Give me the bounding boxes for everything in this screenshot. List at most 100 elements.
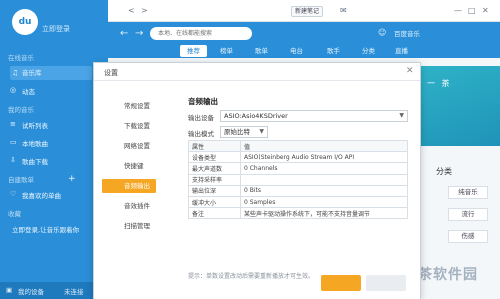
forward-arrow-icon[interactable]: > xyxy=(141,6,148,15)
table-cell: 设备类型 xyxy=(188,151,241,164)
dialog-title: 设置 xyxy=(104,69,118,77)
table-cell: 备注 xyxy=(188,207,241,220)
table-row: 备注 某些声卡驱动操作系统下，可能不支持音量调节 xyxy=(188,207,408,220)
list-icon: ≡ xyxy=(10,120,16,128)
heart-icon: ♡ xyxy=(10,190,17,198)
mail-icon[interactable]: ✉ xyxy=(340,6,347,15)
sidebar: du 立即登录 在线音乐 ♫ 音乐库 ◎ 动态 我的音乐 ≡ 试听列表 ▭ 本地… xyxy=(0,0,108,299)
settings-nav: 常规设置 下载设置 网络设置 快捷键 音频输出 音效插件 扫描管理 xyxy=(94,81,164,299)
sidebar-section-online: 在线音乐 xyxy=(8,54,34,62)
output-device-select[interactable]: ASIO:Asio4KSDriver ▼ xyxy=(220,110,408,122)
download-icon: ⇩ xyxy=(10,156,16,164)
table-header-row: 属性 值 xyxy=(188,139,408,153)
feed-icon: ◎ xyxy=(10,86,17,94)
sidebar-section-playlists: 自建歌单 xyxy=(8,176,34,184)
sidebar-item-feed[interactable]: ◎ 动态 xyxy=(10,86,35,96)
login-link[interactable]: 立即登录 xyxy=(42,24,70,34)
sidebar-item-favorites[interactable]: ♡ 我喜欢的单曲 xyxy=(10,190,61,200)
app-logo: du xyxy=(12,9,38,35)
search-input[interactable] xyxy=(150,27,252,40)
table-cell: 输出位深 xyxy=(188,184,241,197)
music-note-icon: ♫ xyxy=(12,69,19,77)
table-cell: 属性 xyxy=(188,139,241,153)
section-title: 音频输出 xyxy=(188,97,218,106)
sidebar-item-label: 本地歌曲 xyxy=(22,140,48,148)
table-cell: 0 Channels xyxy=(240,162,408,175)
tab-playlists[interactable]: 歌单 xyxy=(255,45,268,57)
minimize-button[interactable]: — xyxy=(454,6,462,15)
nav-sound-plugins[interactable]: 音效插件 xyxy=(102,199,156,213)
table-row: 缓冲大小 0 Samples xyxy=(188,195,408,209)
device-label[interactable]: 我的设备 xyxy=(18,286,44,296)
close-icon[interactable]: ✕ xyxy=(406,66,414,76)
nav-download[interactable]: 下载设置 xyxy=(102,119,156,133)
table-cell: 值 xyxy=(240,139,408,153)
promo-banner[interactable]: 一 茶 xyxy=(413,66,500,146)
sidebar-item-label: 音乐库 xyxy=(22,69,42,77)
output-device-value: ASIO:Asio4KSDriver xyxy=(224,112,288,120)
output-mode-value: 原始比特 xyxy=(224,128,250,136)
category-pop[interactable]: 流行 xyxy=(448,208,488,221)
sidebar-item-label: 试听列表 xyxy=(22,122,48,130)
user-avatar-icon[interactable]: ☺ xyxy=(378,28,386,37)
tab-radio[interactable]: 电台 xyxy=(290,45,303,57)
back-arrow-icon[interactable]: < xyxy=(128,6,135,15)
table-cell: ASIO(Steinberg Audio Stream I/O API xyxy=(240,151,408,164)
nav-network[interactable]: 网络设置 xyxy=(102,139,156,153)
sidebar-login-prompt[interactable]: 立即登录,让音乐跟着你 xyxy=(12,224,79,234)
table-cell: 缓冲大小 xyxy=(188,195,241,209)
sidebar-section-mine: 我的音乐 xyxy=(8,106,34,114)
nav-audio-output[interactable]: 音频输出 xyxy=(102,179,156,193)
output-mode-select[interactable]: 原始比特 ▼ xyxy=(220,126,268,138)
sidebar-item-library[interactable]: ♫ 音乐库 xyxy=(10,66,92,80)
table-row: 支持采样率 xyxy=(188,173,408,186)
sidebar-item-label: 我喜欢的单曲 xyxy=(22,192,61,200)
category-title: 分类 xyxy=(436,167,452,176)
table-row: 设备类型 ASIO(Steinberg Audio Stream I/O API xyxy=(188,151,408,164)
device-status: 未连接 xyxy=(64,288,84,296)
nav-general[interactable]: 常规设置 xyxy=(102,99,156,113)
back-icon[interactable]: ← xyxy=(120,28,128,39)
banner-title: 一 茶 xyxy=(427,79,452,88)
table-cell: 0 Samples xyxy=(240,195,408,209)
sidebar-item-label: 动态 xyxy=(22,88,35,96)
device-icon: ▣ xyxy=(6,286,13,294)
category-sad[interactable]: 伤感 xyxy=(448,230,488,243)
confirm-button[interactable] xyxy=(321,275,361,291)
sidebar-item-label: 立即登录,让音乐跟着你 xyxy=(12,226,80,234)
add-playlist-icon[interactable]: + xyxy=(68,174,76,184)
cancel-button[interactable] xyxy=(366,275,406,291)
forward-icon[interactable]: → xyxy=(135,28,143,39)
dialog-header: 设置 ✕ xyxy=(94,63,420,81)
sidebar-footer: ▣ 我的设备 未连接 xyxy=(0,282,108,299)
user-label[interactable]: 百度音乐 xyxy=(394,28,420,38)
maximize-button[interactable]: □ xyxy=(468,6,476,15)
close-window-button[interactable]: ✕ xyxy=(482,6,489,15)
tab-categories[interactable]: 分类 xyxy=(362,45,375,57)
settings-panel: 音频输出 输出设备 ASIO:Asio4KSDriver ▼ 输出模式 原始比特… xyxy=(174,89,414,294)
title-bar: < > 新建笔记 ✉ — □ ✕ xyxy=(108,0,500,22)
category-pure-music[interactable]: 纯音乐 xyxy=(448,186,488,199)
main-header: ← → ☺ 百度音乐 推荐 榜单 歌单 电台 歌手 分类 直播 xyxy=(108,22,500,58)
tab-recommend[interactable]: 推荐 xyxy=(180,45,207,57)
nav-scan[interactable]: 扫描管理 xyxy=(102,219,156,233)
nav-hotkeys[interactable]: 快捷键 xyxy=(102,159,156,173)
sidebar-item-trial-list[interactable]: ≡ 试听列表 xyxy=(10,120,48,130)
tab-charts[interactable]: 榜单 xyxy=(220,45,233,57)
sidebar-item-label: 歌曲下载 xyxy=(22,158,48,166)
tab-artists[interactable]: 歌手 xyxy=(327,45,340,57)
output-mode-label: 输出模式 xyxy=(188,130,214,138)
hint-text: 提示：单数设置改动后需要重新播放才可生效。 xyxy=(188,273,315,280)
tab-live[interactable]: 直播 xyxy=(395,45,408,57)
sidebar-item-download[interactable]: ⇩ 歌曲下载 xyxy=(10,156,48,166)
sidebar-item-local[interactable]: ▭ 本地歌曲 xyxy=(10,138,48,148)
output-device-label: 输出设备 xyxy=(188,114,214,122)
table-row: 输出位深 0 Bits xyxy=(188,184,408,197)
table-cell: 0 Bits xyxy=(240,184,408,197)
table-cell: 支持采样率 xyxy=(188,173,241,186)
new-note-tab[interactable]: 新建笔记 xyxy=(291,6,324,17)
settings-dialog: 设置 ✕ 常规设置 下载设置 网络设置 快捷键 音频输出 音效插件 扫描管理 音… xyxy=(94,63,420,299)
chevron-down-icon: ▼ xyxy=(259,128,264,135)
monitor-icon: ▭ xyxy=(10,138,17,146)
table-cell: 某些声卡驱动操作系统下，可能不支持音量调节 xyxy=(240,207,408,220)
